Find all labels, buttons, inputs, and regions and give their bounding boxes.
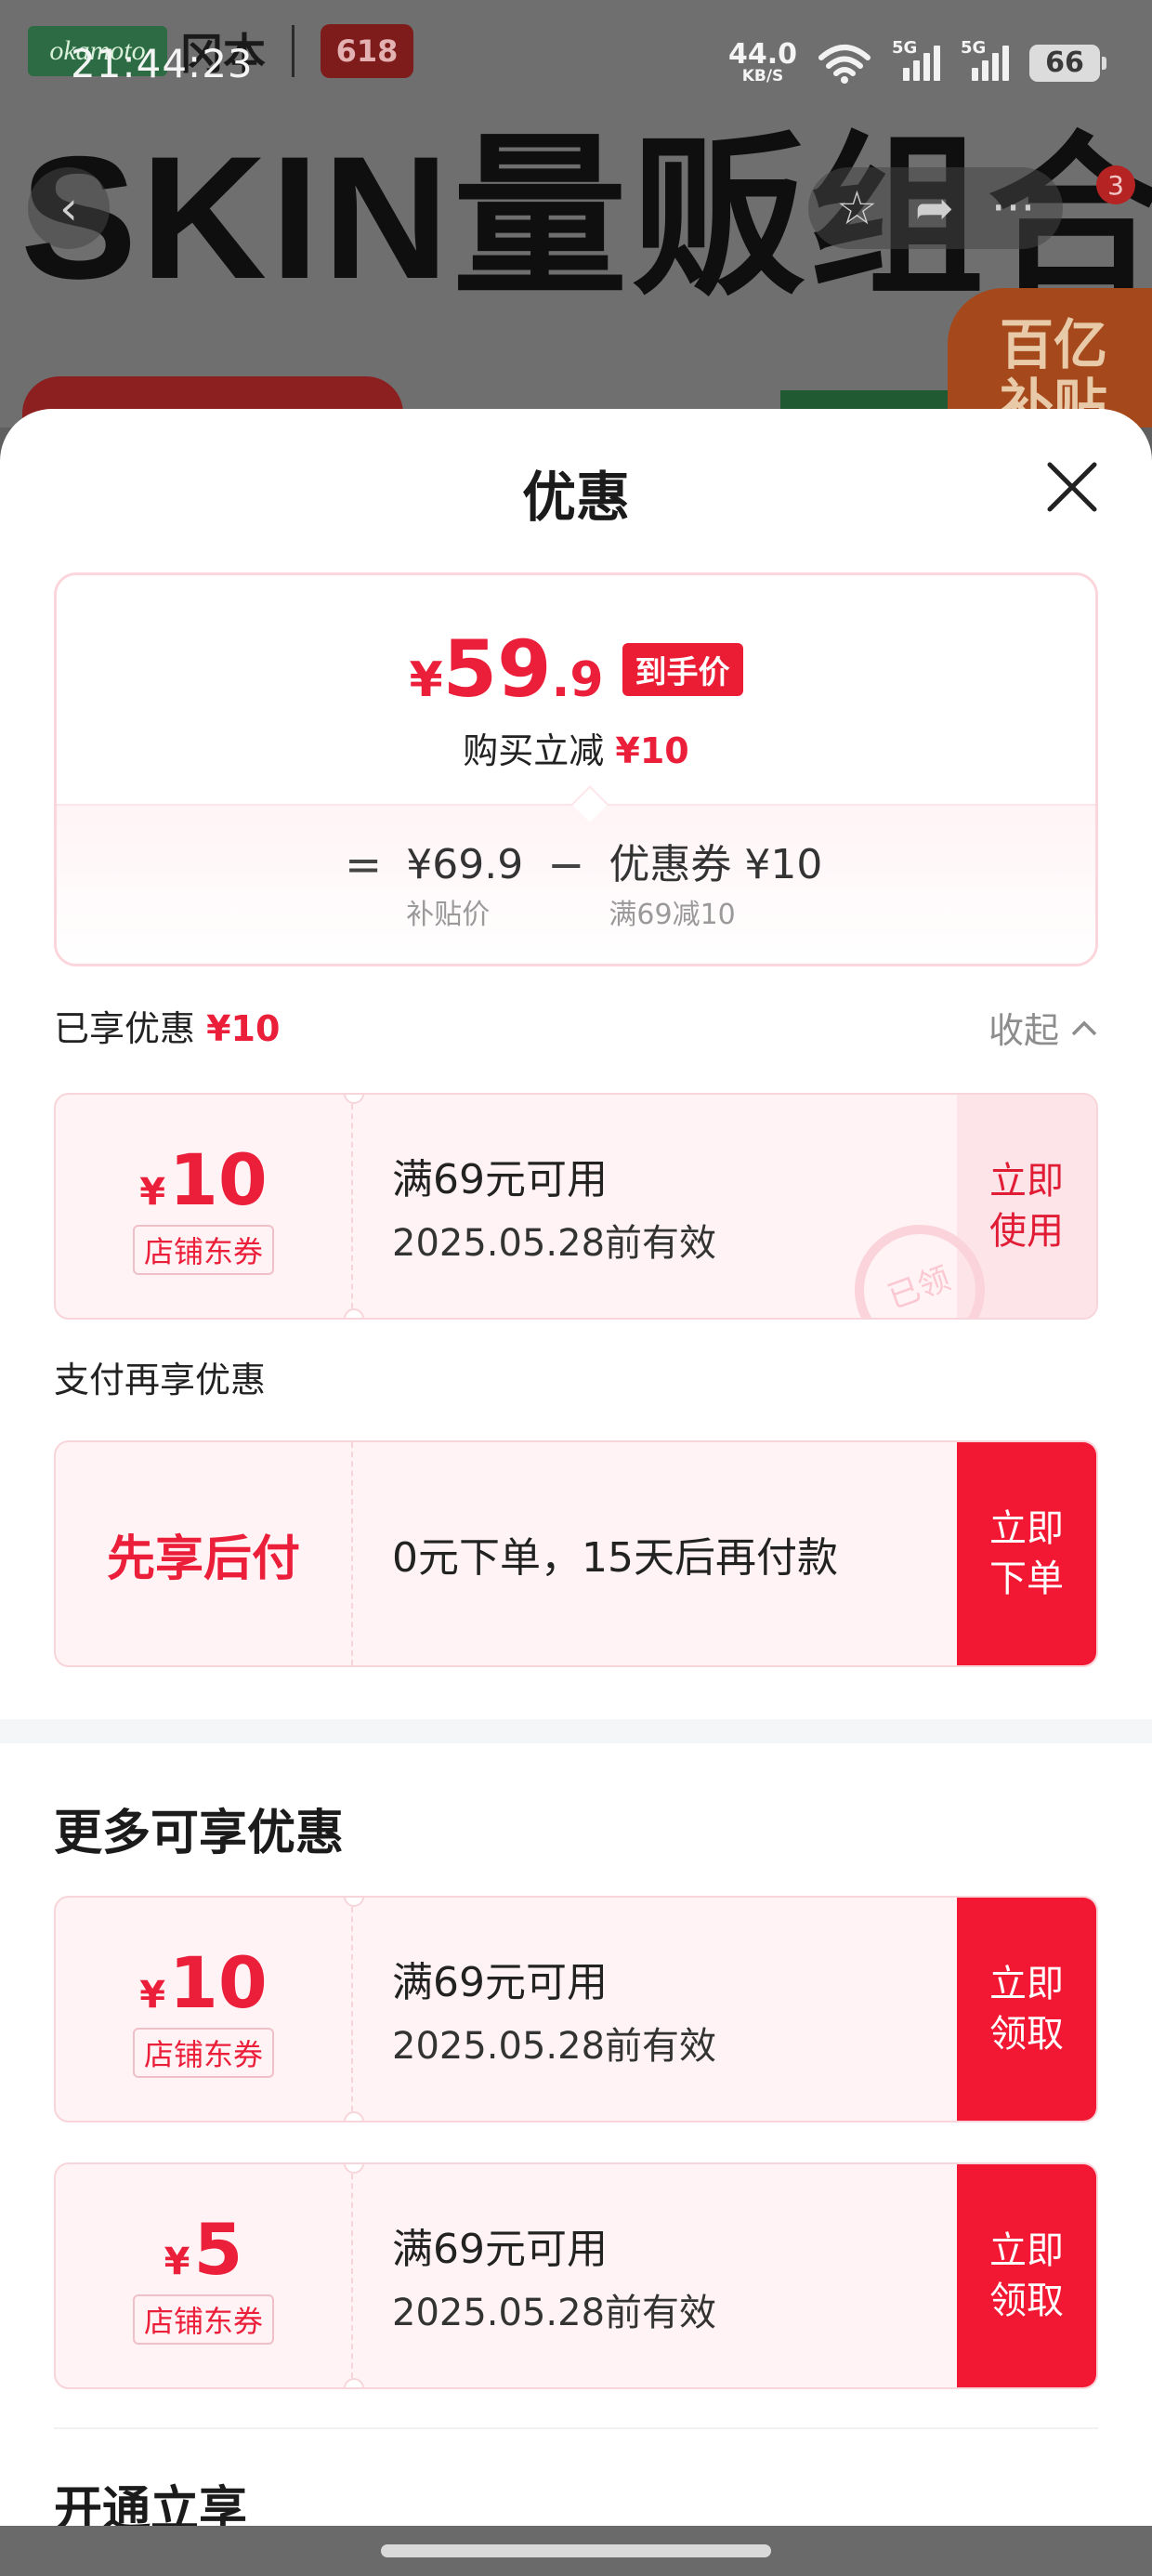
coupon-info: 满69元可用 2025.05.28前有效 — [353, 1898, 957, 2121]
enjoyed-coupon-card: ¥ 10 店铺东券 满69元可用 2025.05.28前有效 已领 立即 使用 — [54, 1093, 1098, 1320]
cart-badge: 3 — [1096, 165, 1135, 204]
coupon-value-area: ¥ 10 店铺东券 — [56, 1898, 353, 2121]
minus-sign: − — [547, 839, 585, 891]
coupon-condition: 满69元可用 — [392, 1156, 608, 1203]
subsidy-price-label: 补贴价 — [406, 899, 491, 931]
final-price-integer: 59 — [442, 624, 552, 715]
enjoyed-label-text: 已享优惠 — [54, 1008, 196, 1049]
subsidy-price-value: ¥69.9 — [406, 841, 524, 888]
section-separator — [0, 1719, 1152, 1743]
coupon-type: 店铺东券 — [132, 2293, 274, 2345]
equals-sign: = — [345, 839, 383, 891]
more-coupon-card: ¥ 10 店铺东券 满69元可用 2025.05.28前有效 立即 领取 — [54, 1896, 1098, 2123]
back-button[interactable]: ‹ — [28, 167, 110, 249]
top-actions: ☆ ➦ ··· — [808, 167, 1064, 249]
coupon-info: 满69元可用 2025.05.28前有效 — [353, 2164, 957, 2387]
instant-discount-value: ¥10 — [615, 730, 689, 771]
network-speed: 44.0 KB/S — [728, 41, 797, 85]
cell-signal-2-icon: 5G — [961, 38, 1009, 81]
sheet-title: 优惠 — [521, 466, 630, 529]
coupon-yen: ¥ — [139, 1170, 166, 1214]
final-price-yen: ¥ — [409, 652, 443, 708]
coupon-amount: ¥ 5 — [164, 2208, 243, 2291]
price-formula: = ¥69.9 补贴价 − 优惠券 ¥10 满69减10 — [345, 839, 822, 932]
final-price-decimal: .9 — [551, 652, 604, 708]
discount-sheet: 优惠 ¥ 59 .9 到手价 购买立减 ¥10 = ¥69.9 补贴价 − 优惠… — [0, 409, 1152, 2576]
home-indicator[interactable] — [381, 2544, 771, 2557]
enjoyed-amount: ¥10 — [206, 1008, 281, 1049]
coupon-type: 店铺东券 — [132, 2027, 274, 2078]
coupon-amount-value: 10 — [169, 1940, 268, 2024]
order-now-button[interactable]: 立即 下单 — [957, 1442, 1096, 1665]
cell-signal-2-tag: 5G — [961, 37, 987, 58]
final-price-tag: 到手价 — [622, 642, 743, 696]
coupon-type: 店铺东券 — [132, 1224, 274, 1275]
coupon-yen: ¥ — [164, 2240, 190, 2283]
more-coupon-card: ¥ 5 店铺东券 满69元可用 2025.05.28前有效 立即 领取 — [54, 2162, 1098, 2389]
more-icon[interactable]: ··· — [991, 181, 1036, 235]
wifi-icon — [818, 44, 871, 84]
claim-coupon-label: 立即 领取 — [989, 1963, 1064, 2056]
pay-later-desc: 0元下单，15天后再付款 — [392, 1534, 838, 1582]
claim-coupon-button[interactable]: 立即 领取 — [957, 2164, 1096, 2387]
subsidy-promo: 百亿 补贴 — [948, 288, 1152, 427]
pay-later-name-area: 先享后付 — [56, 1442, 353, 1665]
status-icons: 44.0 KB/S 5G 5G 66 — [728, 38, 1106, 85]
final-price: ¥ 59 .9 到手价 — [57, 624, 1095, 715]
coupon-yen: ¥ — [139, 1973, 166, 2017]
coupon-deduct-value: 优惠券 ¥10 — [609, 841, 823, 888]
close-icon[interactable] — [1039, 453, 1106, 520]
coupon-amount-value: 10 — [169, 1137, 268, 1221]
divider — [54, 2427, 1098, 2429]
coupon-amount-value: 5 — [193, 2207, 243, 2291]
coupon-expiry: 2025.05.28前有效 — [392, 2292, 717, 2334]
coupon-deduct-rule: 满69减10 — [609, 899, 736, 931]
star-icon[interactable]: ☆ — [836, 181, 878, 235]
coupon-amount: ¥ 10 — [139, 1941, 268, 2024]
network-speed-unit: KB/S — [741, 67, 784, 85]
coupon-condition: 满69元可用 — [392, 2226, 608, 2273]
claim-coupon-label: 立即 领取 — [989, 2229, 1064, 2322]
chevron-up-icon — [1071, 1020, 1097, 1035]
price-breakdown: = ¥69.9 补贴价 − 优惠券 ¥10 满69减10 — [57, 785, 1095, 964]
final-price-area: ¥ 59 .9 到手价 购买立减 ¥10 — [57, 575, 1095, 804]
network-speed-value: 44.0 — [727, 38, 797, 71]
cell-signal-1-icon: 5G — [892, 38, 940, 81]
sheet-header: 优惠 — [0, 409, 1152, 567]
pay-section-label: 支付再享优惠 — [54, 1360, 267, 1400]
instant-discount-label: 购买立减 — [463, 730, 605, 771]
price-summary-card: ¥ 59 .9 到手价 购买立减 ¥10 = ¥69.9 补贴价 − 优惠券 ¥… — [54, 572, 1098, 966]
status-bar: 21:44:23 44.0 KB/S 5G 5G 66 — [0, 0, 1152, 130]
share-icon[interactable]: ➦ — [915, 181, 954, 235]
more-discounts-title: 更多可享优惠 — [54, 1806, 345, 1861]
battery-icon: 66 — [1029, 44, 1106, 82]
cell-signal-1-tag: 5G — [892, 37, 918, 58]
coupon-deduct-col: 优惠券 ¥10 满69减10 — [609, 839, 822, 932]
coupon-expiry: 2025.05.28前有效 — [392, 2025, 717, 2068]
claim-coupon-button[interactable]: 立即 领取 — [957, 1898, 1096, 2121]
coupon-value-area: ¥ 5 店铺东券 — [56, 2164, 353, 2387]
back-icon: ‹ — [59, 181, 78, 235]
pay-later-card: 先享后付 0元下单，15天后再付款 立即 下单 — [54, 1440, 1098, 1667]
subsidy-price-col: ¥69.9 补贴价 — [406, 839, 523, 932]
coupon-amount: ¥ 10 — [139, 1138, 268, 1221]
use-now-label: 立即 使用 — [989, 1160, 1064, 1253]
clock: 21:44:23 — [71, 41, 254, 86]
coupon-value-area: ¥ 10 店铺东券 — [56, 1095, 353, 1318]
enjoyed-discount-label: 已享优惠 ¥10 — [54, 1000, 280, 1051]
pay-later-name: 先享后付 — [106, 1531, 300, 1587]
coupon-condition: 满69元可用 — [392, 1959, 608, 2006]
collapse-label: 收起 — [988, 1010, 1059, 1051]
order-now-label: 立即 下单 — [989, 1507, 1064, 1600]
instant-discount: 购买立减 ¥10 — [57, 722, 1095, 773]
collapse-button[interactable]: 收起 — [988, 1002, 1098, 1053]
